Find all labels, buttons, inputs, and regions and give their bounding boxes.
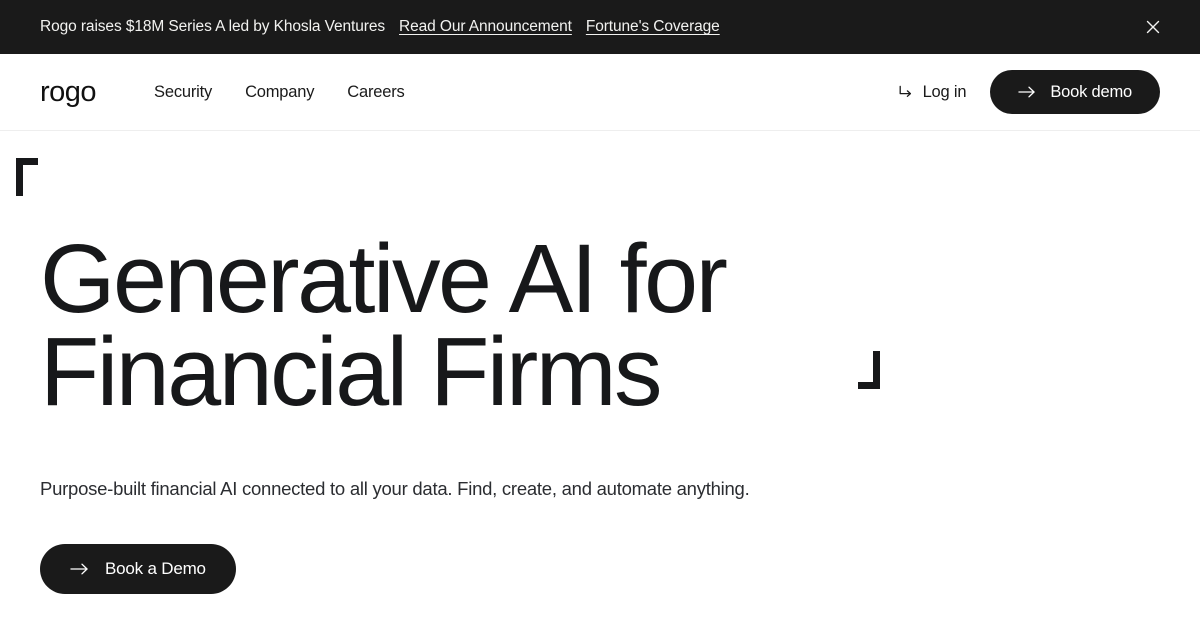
announcement-text: Rogo raises $18M Series A led by Khosla … bbox=[40, 18, 386, 35]
close-icon[interactable] bbox=[1140, 14, 1166, 40]
header-actions: Log in Book demo bbox=[897, 70, 1160, 114]
nav-item-careers[interactable]: Careers bbox=[347, 83, 404, 102]
arrow-right-icon bbox=[1018, 85, 1036, 99]
arrow-right-icon bbox=[70, 562, 89, 576]
hero-cta-wrap: Book a Demo bbox=[40, 544, 1200, 595]
page-title: Generative AI for Financial Firms bbox=[40, 230, 1200, 427]
nav-item-security[interactable]: Security bbox=[154, 83, 212, 102]
hero-section: Generative AI for Financial Firms Purpos… bbox=[0, 131, 1200, 623]
headline-line-2: Financial Firms bbox=[40, 317, 663, 427]
site-header: rogo Security Company Careers Log in Boo… bbox=[0, 54, 1200, 131]
main-nav: Security Company Careers bbox=[154, 83, 405, 102]
announcement-bar: Rogo raises $18M Series A led by Khosla … bbox=[0, 0, 1200, 54]
book-demo-label: Book demo bbox=[1050, 82, 1132, 101]
corner-bracket-bottom-right-icon bbox=[858, 351, 880, 389]
hero-subheadline: Purpose-built financial AI connected to … bbox=[40, 478, 750, 500]
announcement-link-fortunes-coverage[interactable]: Fortune's Coverage bbox=[586, 18, 720, 36]
book-a-demo-label: Book a Demo bbox=[105, 559, 206, 579]
nav-item-company[interactable]: Company bbox=[245, 83, 314, 102]
corner-bracket-top-left-icon bbox=[16, 158, 38, 196]
book-a-demo-button[interactable]: Book a Demo bbox=[40, 544, 236, 595]
login-link[interactable]: Log in bbox=[897, 83, 967, 102]
arrow-turn-down-right-icon bbox=[897, 84, 914, 101]
announcement-link-read-our-announcement[interactable]: Read Our Announcement bbox=[399, 18, 572, 36]
login-label: Log in bbox=[922, 82, 967, 101]
book-demo-button[interactable]: Book demo bbox=[990, 70, 1160, 114]
logo-rogo[interactable]: rogo bbox=[40, 77, 97, 107]
headline-wrap: Generative AI for Financial Firms bbox=[16, 131, 1200, 427]
